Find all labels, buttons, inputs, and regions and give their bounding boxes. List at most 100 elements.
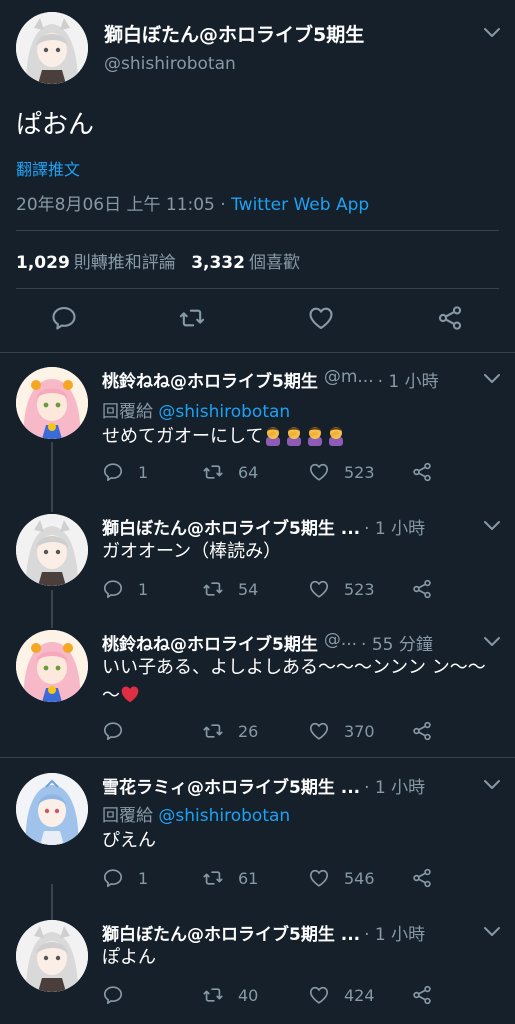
share-icon xyxy=(411,867,433,889)
facepalm-emoji-icon xyxy=(305,424,325,446)
retweet-icon xyxy=(202,461,224,483)
reply-button[interactable]: 1 xyxy=(102,461,148,483)
reply-text-content: いい子ある、よしよしある～～～ンンン ン～～～ xyxy=(102,657,486,706)
reply-button[interactable]: 1 xyxy=(102,867,148,889)
likes-label[interactable]: 個喜歡 xyxy=(249,253,300,273)
tweet-timestamp[interactable]: 20年8月06日 上午 11:05 xyxy=(16,195,215,215)
chevron-down-icon[interactable] xyxy=(482,518,502,532)
reply-icon xyxy=(102,461,124,483)
retweet-button[interactable]: 26 xyxy=(202,720,258,742)
reply-author-name[interactable]: 桃鈴ねね@ホロライブ5期生 xyxy=(102,367,318,393)
tweet-source[interactable]: Twitter Web App xyxy=(231,195,369,215)
share-button[interactable] xyxy=(411,984,447,1006)
like-count: 523 xyxy=(344,462,375,482)
retweet-icon[interactable] xyxy=(178,304,206,332)
share-button[interactable] xyxy=(411,578,447,600)
like-button[interactable]: 523 xyxy=(308,461,375,483)
reply-header: 獅白ぼたん@ホロライブ5期生 ... · 1 小時 xyxy=(102,920,472,946)
reply-avatar[interactable] xyxy=(16,367,88,439)
reply-icon[interactable] xyxy=(50,304,78,332)
chevron-down-icon[interactable] xyxy=(482,371,502,385)
reply-text: ぴえん xyxy=(102,830,156,851)
reply-count: 1 xyxy=(138,868,149,888)
reply-button[interactable] xyxy=(102,984,138,1006)
reply-action-bar: 1 64 523 xyxy=(102,461,515,489)
retweet-icon xyxy=(202,578,224,600)
share-button[interactable] xyxy=(411,461,447,483)
facepalm-emoji-icon xyxy=(284,424,304,446)
like-icon xyxy=(308,984,330,1006)
reply-to-handle[interactable]: @shishirobotan xyxy=(158,402,290,422)
translate-tweet-link[interactable]: 翻譯推文 xyxy=(16,156,80,180)
reply-header: 雪花ラミィ@ホロライブ5期生 ... · 1 小時 xyxy=(102,773,472,799)
reply-icon xyxy=(102,984,124,1006)
author-handle[interactable]: @shishirobotan xyxy=(104,54,236,74)
reply-header: 桃鈴ねね@ホロライブ5期生 @... · 55 分鐘 xyxy=(102,630,472,656)
chevron-down-icon[interactable] xyxy=(482,924,502,938)
like-button[interactable]: 370 xyxy=(308,720,375,742)
tweet-text: ぱおん xyxy=(16,110,95,140)
like-icon xyxy=(308,867,330,889)
reply-time[interactable]: · 55 分鐘 xyxy=(361,630,433,656)
reply-to-handle[interactable]: @shishirobotan xyxy=(158,806,290,826)
share-icon[interactable] xyxy=(436,304,464,332)
retweet-button[interactable]: 64 xyxy=(202,461,258,483)
avatar-image xyxy=(16,12,88,84)
divider xyxy=(0,352,515,353)
retweet-button[interactable]: 54 xyxy=(202,578,258,600)
reply-avatar[interactable] xyxy=(16,920,88,992)
share-button[interactable] xyxy=(411,720,447,742)
reply-count: 1 xyxy=(138,462,149,482)
like-icon xyxy=(308,461,330,483)
retweet-button[interactable]: 40 xyxy=(202,984,258,1006)
likes-count[interactable]: 3,332 xyxy=(191,253,245,273)
red-heart-emoji-icon xyxy=(120,683,140,705)
author-name[interactable]: 獅白ぼたん@ホロライブ5期生 xyxy=(104,20,364,47)
reply-time[interactable]: · 1 小時 xyxy=(364,773,425,799)
reply-avatar[interactable] xyxy=(16,514,88,586)
share-button[interactable] xyxy=(411,867,447,889)
reply-author-name[interactable]: 桃鈴ねね@ホロライブ5期生 xyxy=(102,630,318,656)
retweet-count: 26 xyxy=(238,721,259,741)
chevron-down-icon[interactable] xyxy=(482,25,502,39)
reply-author-name[interactable]: 獅白ぼたん@ホロライブ5期生 ... xyxy=(102,920,360,946)
retweet-icon xyxy=(202,867,224,889)
reply-time[interactable]: · 1 小時 xyxy=(364,514,425,540)
reply-button[interactable]: 1 xyxy=(102,578,148,600)
reply-text-content: せめてガオーにして xyxy=(102,426,264,447)
divider xyxy=(16,230,499,231)
reply-action-bar: 1 54 523 xyxy=(102,578,515,606)
share-icon xyxy=(411,720,433,742)
author-avatar[interactable] xyxy=(16,12,88,84)
reply-to-line: 回覆給 @shishirobotan xyxy=(102,801,290,826)
reply-action-bar: 1 61 546 xyxy=(102,867,515,895)
like-button[interactable]: 523 xyxy=(308,578,375,600)
reply-time[interactable]: · 1 小時 xyxy=(378,367,439,393)
share-icon xyxy=(411,578,433,600)
reply-author-handle[interactable]: @... xyxy=(324,630,357,656)
thread-connector xyxy=(51,590,53,628)
retweet-icon xyxy=(202,720,224,742)
chevron-down-icon[interactable] xyxy=(482,777,502,791)
reply-time[interactable]: · 1 小時 xyxy=(364,920,425,946)
reply-author-name[interactable]: 獅白ぼたん@ホロライブ5期生 ... xyxy=(102,514,360,540)
reply-author-handle[interactable]: @m... xyxy=(324,367,374,393)
reply-count: 1 xyxy=(138,579,149,599)
like-count: 523 xyxy=(344,579,375,599)
reply-avatar[interactable] xyxy=(16,630,88,702)
reply-button[interactable] xyxy=(102,720,138,742)
retweets-label[interactable]: 則轉推和評論 xyxy=(74,253,176,273)
like-button[interactable]: 546 xyxy=(308,867,375,889)
thread-connector xyxy=(51,442,53,512)
reply-author-name[interactable]: 雪花ラミィ@ホロライブ5期生 ... xyxy=(102,773,360,799)
chevron-down-icon[interactable] xyxy=(482,634,502,648)
retweets-count[interactable]: 1,029 xyxy=(16,253,70,273)
reply-avatar[interactable] xyxy=(16,773,88,845)
like-button[interactable]: 424 xyxy=(308,984,375,1006)
retweet-button[interactable]: 61 xyxy=(202,867,258,889)
like-icon[interactable] xyxy=(307,304,335,332)
like-icon xyxy=(308,720,330,742)
like-icon xyxy=(308,578,330,600)
reply-icon xyxy=(102,867,124,889)
reply-header: 桃鈴ねね@ホロライブ5期生 @m... · 1 小時 xyxy=(102,367,472,393)
